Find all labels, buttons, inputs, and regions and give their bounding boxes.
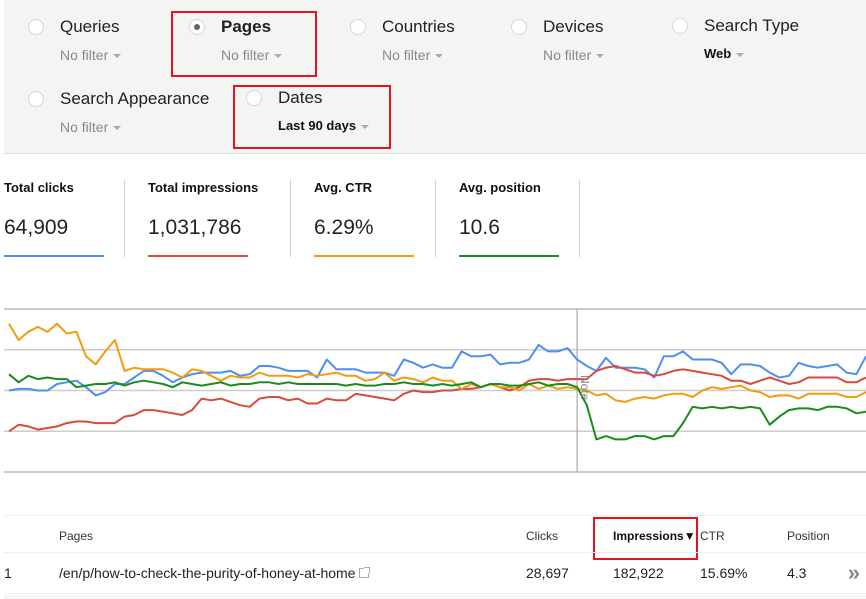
countries-filter-dropdown[interactable]: No filter [382,47,444,63]
search-appearance-label: Search Appearance [60,89,210,108]
series-line-position [8,373,866,441]
pages-radio[interactable] [189,19,205,35]
metric-title: Avg. position [459,180,541,195]
queries-filter-dropdown[interactable]: No filter [60,47,122,63]
table-row[interactable]: 1 /en/p/how-to-check-the-purity-of-honey… [4,554,866,594]
column-header-clicks[interactable]: Clicks [526,529,558,543]
devices-filter-dropdown[interactable]: No filter [543,47,605,63]
chevron-down-icon [113,126,122,131]
column-header-ctr[interactable]: CTR [700,529,725,543]
search-type-radio[interactable] [672,18,688,34]
divider [435,180,436,257]
search-appearance-filter-dropdown[interactable]: No filter [60,119,122,135]
pages-filter-dropdown[interactable]: No filter [221,47,283,63]
metric-title: Avg. CTR [314,180,373,195]
countries-radio[interactable] [350,19,366,35]
row-ctr: 15.69% [700,565,748,581]
search-type-dropdown[interactable]: Web [704,46,745,61]
metric-color-bar [148,255,248,257]
pages-table: Pages Clicks Impressions▼ CTR Position 1… [0,515,866,599]
metric-value: 10.6 [459,216,500,239]
pages-label: Pages [221,17,272,36]
row-page-link[interactable]: /en/p/how-to-check-the-purity-of-honey-a… [59,565,371,581]
row-impressions: 182,922 [613,565,664,581]
dates-radio[interactable] [246,90,262,106]
chevron-down-icon [596,54,605,59]
metrics-summary: Total clicks 64,909 Total impressions 1,… [0,170,866,270]
external-link-icon[interactable] [359,567,371,578]
metric-color-bar [314,255,414,257]
row-clicks: 28,697 [526,565,569,581]
annotation-label[interactable]: Note [578,375,592,401]
search-type-label: Search Type [704,16,800,35]
metric-title: Total clicks [4,180,74,195]
countries-label: Countries [382,17,455,36]
column-header-position[interactable]: Position [787,529,830,543]
divider [124,180,125,257]
chevron-down-icon [736,52,745,57]
metric-title: Total impressions [148,180,259,195]
queries-label: Queries [60,17,120,36]
chevron-down-icon [113,54,122,59]
devices-label: Devices [543,17,604,36]
row-index: 1 [4,565,12,581]
table-header: Pages Clicks Impressions▼ CTR Position [4,515,866,553]
search-appearance-radio[interactable] [28,91,44,107]
devices-radio[interactable] [511,19,527,35]
dates-label: Dates [278,88,323,107]
chevron-down-icon [274,54,283,59]
dimension-filters: Queries No filter Pages No filter Countr… [4,0,866,154]
divider [579,180,580,257]
dates-range-dropdown[interactable]: Last 90 days [278,118,370,133]
chevron-down-icon [361,124,370,129]
performance-chart[interactable]: Note [0,300,866,480]
metric-value: 1,031,786 [148,216,242,239]
sort-desc-icon: ▼ [683,529,696,543]
row-details-icon[interactable]: » [848,560,860,586]
metric-value: 6.29% [314,216,374,239]
chevron-down-icon [435,54,444,59]
divider [290,180,291,257]
metric-value: 64,909 [4,216,69,239]
metric-color-bar [459,255,559,257]
series-line-clicks [8,343,866,397]
column-header-impressions[interactable]: Impressions▼ [613,529,696,543]
queries-radio[interactable] [28,19,44,35]
table-footer [4,595,866,599]
row-position: 4.3 [787,565,807,581]
column-header-pages[interactable]: Pages [59,529,93,543]
metric-color-bar [4,255,104,257]
line-chart-svg: Note [4,308,866,473]
